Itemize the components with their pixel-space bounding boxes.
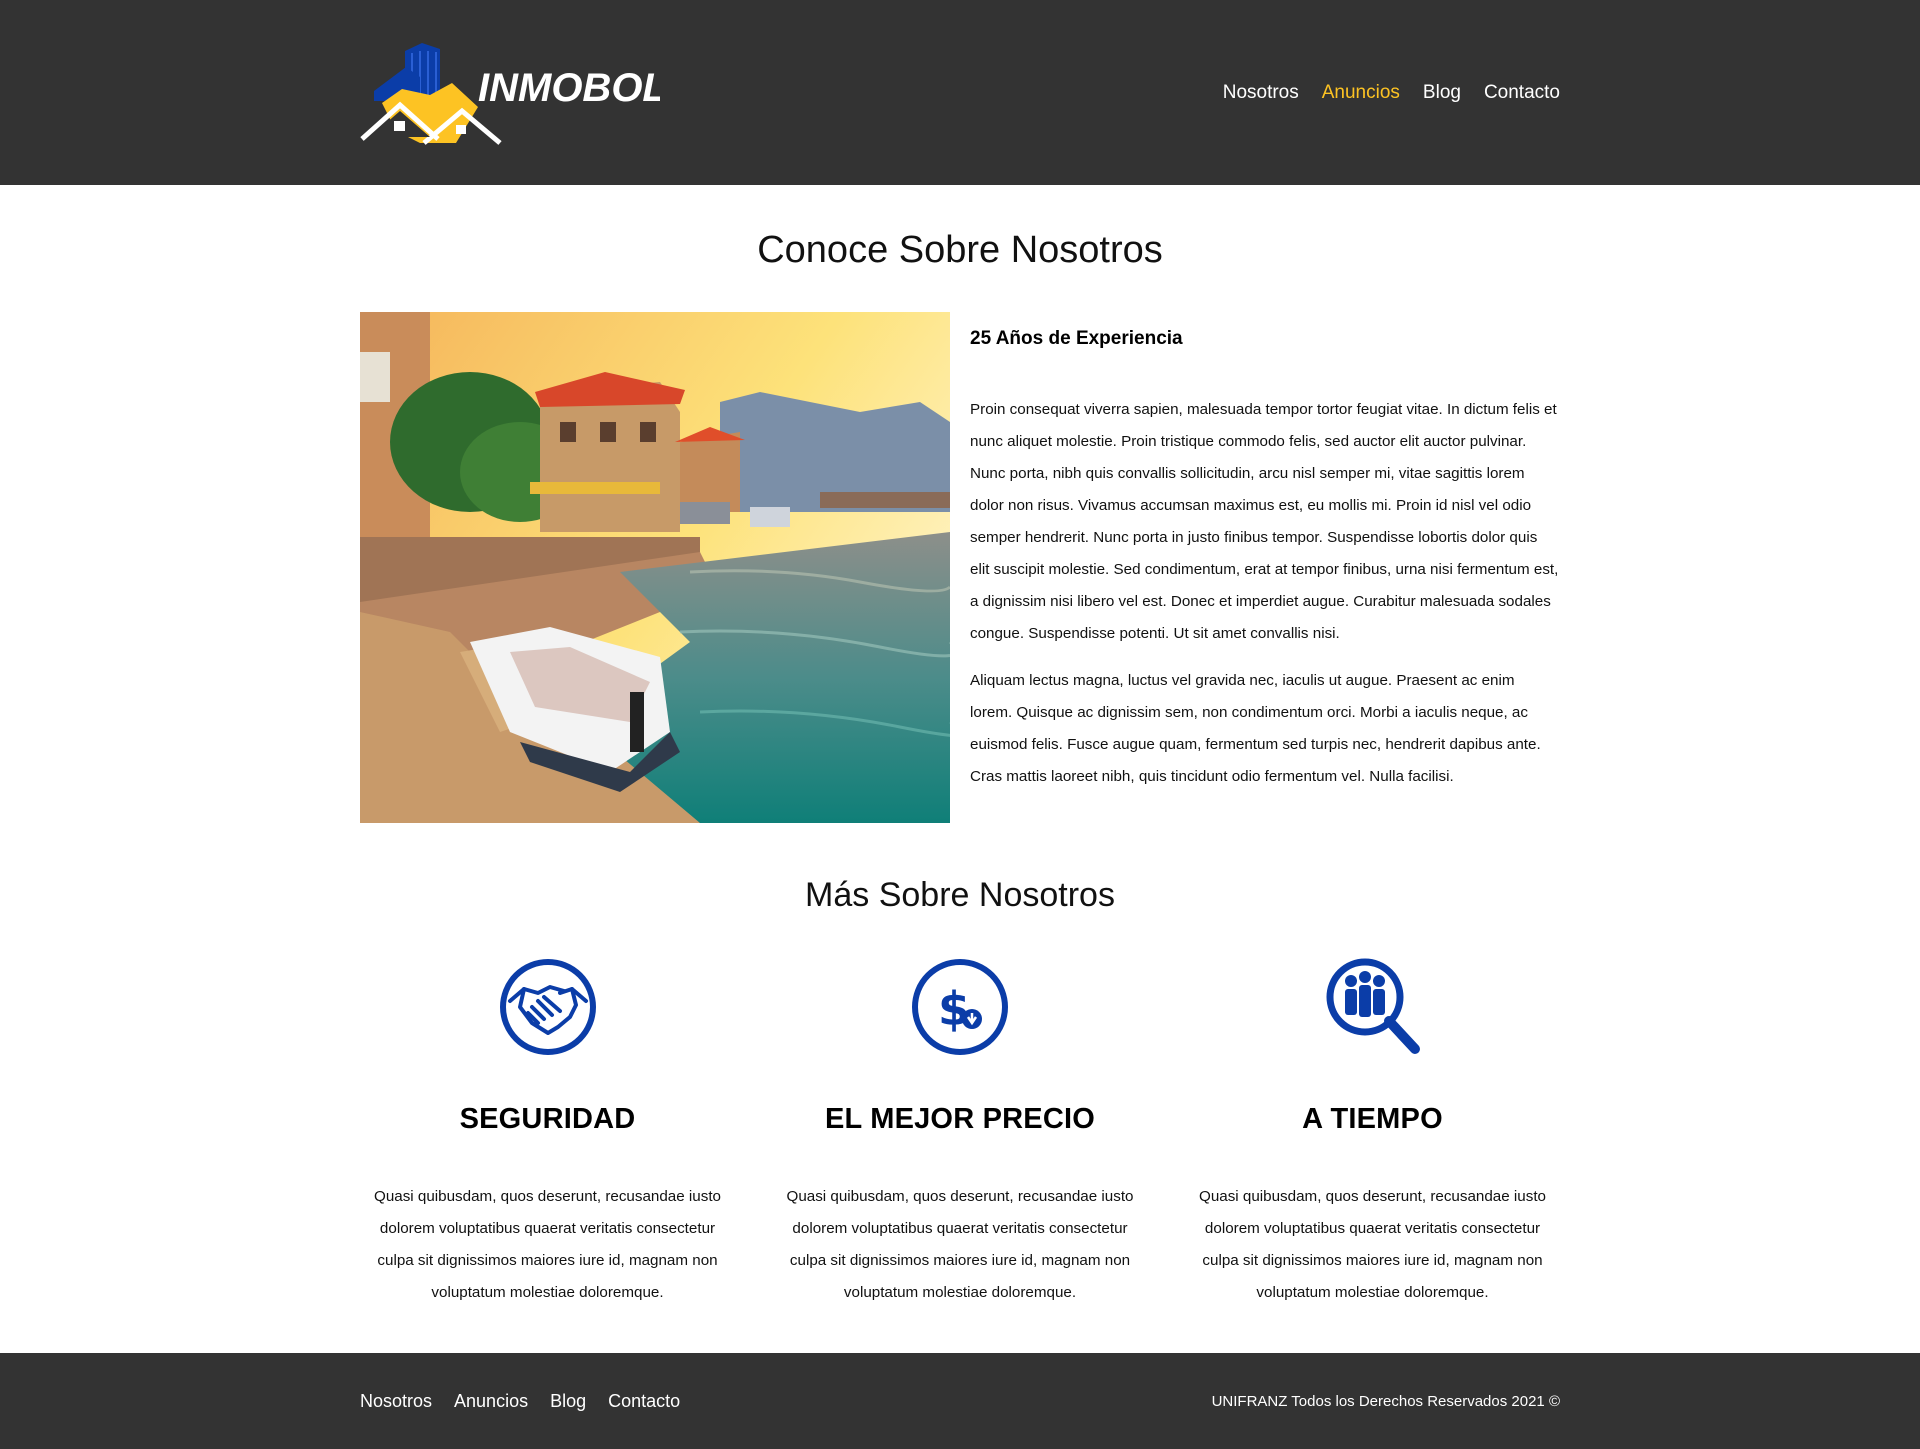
about-section: 25 Años de Experiencia Proin consequat v… [360,312,1560,823]
main-content: Conoce Sobre Nosotros 25 Años de Experie… [360,229,1560,1309]
main-nav: Nosotros Anuncios Blog Contacto [1223,82,1560,104]
nav-nosotros[interactable]: Nosotros [1223,82,1299,104]
feature-heading: EL MEJOR PRECIO [825,1103,1095,1135]
about-paragraph-2: Aliquam lectus magna, luctus vel gravida… [970,672,1541,785]
more-title: Más Sobre Nosotros [805,876,1115,914]
handshake-icon [499,959,596,1055]
feature-tiempo: A TIEMPO Quasi quibusdam, quos deserunt,… [1185,957,1560,1309]
logo-house-icon: INMOBOL [360,42,660,145]
harbor-photo-image [360,312,950,823]
copyright-text: UNIFRANZ Todos los Derechos Reservados 2… [1211,1392,1560,1410]
feature-heading: A TIEMPO [1302,1103,1443,1135]
feature-heading: SEGURIDAD [459,1103,636,1135]
about-title: Conoce Sobre Nosotros [757,229,1163,271]
feature-text: Quasi quibusdam, quos deserunt, recusand… [786,1188,1134,1301]
about-subtitle: 25 Años de Experiencia [970,328,1183,349]
footer-nav-blog[interactable]: Blog [550,1391,586,1412]
logo[interactable]: INMOBOL [360,39,660,149]
nav-contacto[interactable]: Contacto [1484,82,1560,104]
svg-text:$: $ [938,982,970,1036]
feature-text: Quasi quibusdam, quos deserunt, recusand… [374,1188,721,1301]
people-search-icon [1326,958,1420,1054]
site-header: INMOBOL Nosotros Anuncios Blog Contacto [0,0,1920,185]
about-photo [360,312,950,823]
footer-nav-nosotros[interactable]: Nosotros [360,1391,432,1412]
feature-precio: $ EL MEJOR PRECIO Quasi quibusdam, quos … [773,957,1148,1309]
footer-nav-anuncios[interactable]: Anuncios [454,1391,528,1412]
logo-text: INMOBOL [478,66,660,110]
footer-nav: Nosotros Anuncios Blog Contacto [360,1391,680,1412]
footer-nav-contacto[interactable]: Contacto [608,1391,680,1412]
about-paragraph-1: Proin consequat viverra sapien, malesuad… [970,401,1559,642]
dollar-icon: $ [912,959,1008,1055]
nav-anuncios[interactable]: Anuncios [1322,82,1400,104]
site-footer: Nosotros Anuncios Blog Contacto UNIFRANZ… [0,1353,1920,1449]
feature-text: Quasi quibusdam, quos deserunt, recusand… [1199,1188,1546,1301]
about-text: 25 Años de Experiencia Proin consequat v… [970,312,1560,823]
feature-seguridad: SEGURIDAD Quasi quibusdam, quos deserunt… [360,957,735,1309]
features-section: SEGURIDAD Quasi quibusdam, quos deserunt… [360,957,1560,1309]
nav-blog[interactable]: Blog [1423,82,1461,104]
